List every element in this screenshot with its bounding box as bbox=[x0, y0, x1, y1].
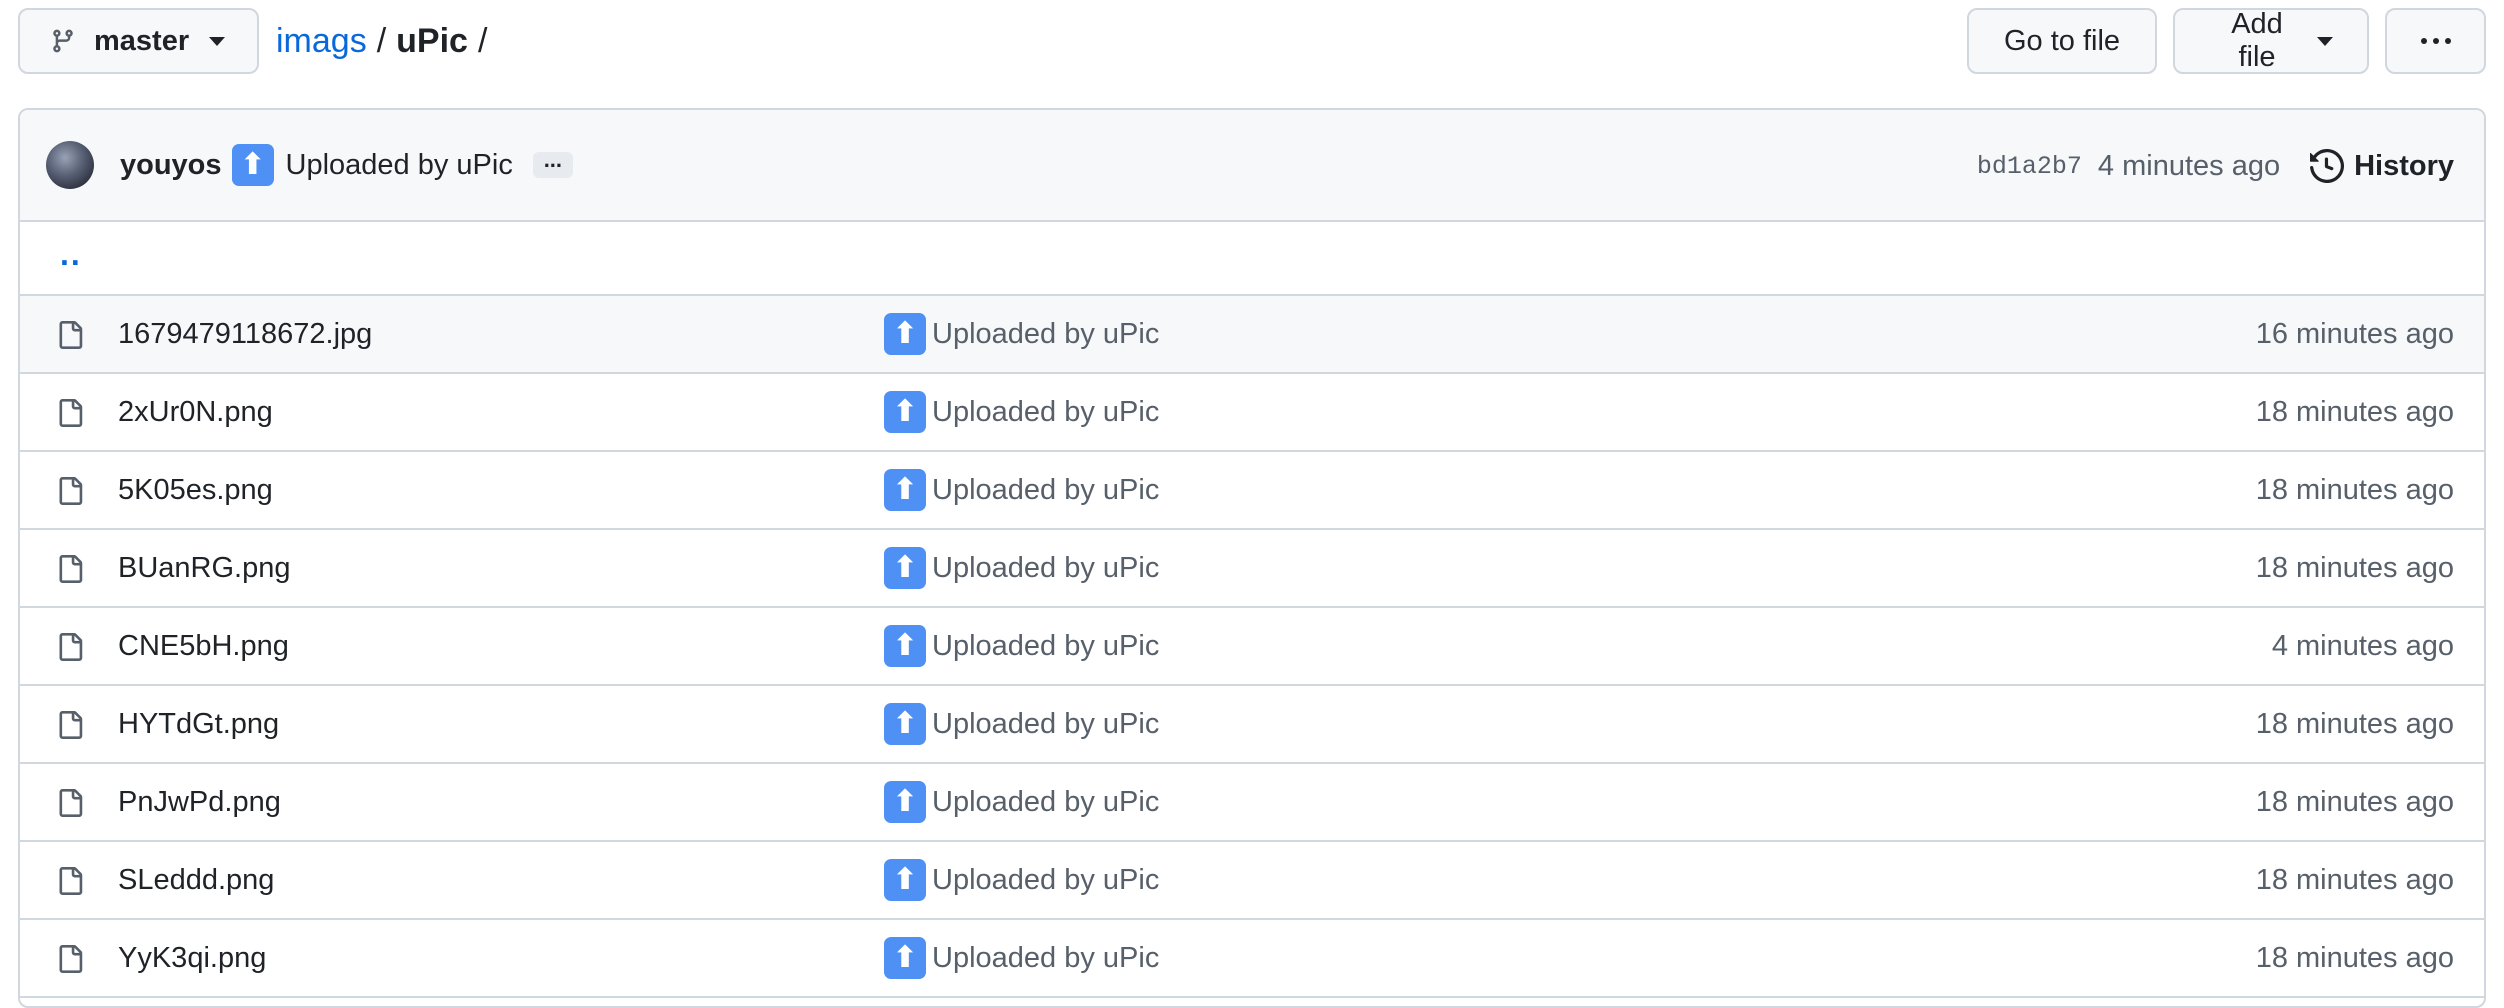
commit-time: 4 minutes ago bbox=[2097, 149, 2281, 182]
file-commit-time: 16 minutes ago bbox=[2255, 317, 2454, 350]
file-commit-time: 18 minutes ago bbox=[2255, 395, 2454, 428]
file-row[interactable]: BUanRG.png ⬆ Uploaded by uPic 18 minutes… bbox=[20, 530, 2484, 608]
history-button[interactable]: History bbox=[2310, 149, 2454, 183]
up-arrow-emoji-icon: ⬆ bbox=[884, 547, 926, 589]
breadcrumb-separator: / bbox=[477, 21, 488, 60]
file-row[interactable]: YyK3qi.png ⬆ Uploaded by uPic 18 minutes… bbox=[20, 920, 2484, 998]
file-icon bbox=[56, 319, 84, 351]
file-browser: youyos ⬆ Uploaded by uPic ... bd1a2b7 4 … bbox=[18, 108, 2486, 1008]
git-branch-icon bbox=[50, 28, 76, 54]
file-commit-message-link[interactable]: Uploaded by uPic bbox=[932, 864, 1159, 897]
branch-selector-button[interactable]: master bbox=[18, 8, 259, 74]
add-file-label: Add file bbox=[2231, 8, 2283, 73]
file-name-link[interactable]: PnJwPd.png bbox=[118, 786, 281, 819]
file-icon bbox=[56, 397, 84, 429]
file-row[interactable]: 1679479118672.jpg ⬆ Uploaded by uPic 16 … bbox=[20, 296, 2484, 374]
file-name-link[interactable]: 2xUr0N.png bbox=[118, 396, 273, 429]
file-commit: ⬆ Uploaded by uPic bbox=[884, 313, 1159, 355]
chevron-down-icon bbox=[2317, 36, 2333, 46]
repo-toolbar: master imags / uPic / Go to file Add fil… bbox=[18, 8, 2486, 74]
file-icon bbox=[56, 865, 84, 897]
file-name-link[interactable]: HYTdGt.png bbox=[118, 708, 279, 741]
file-icon bbox=[56, 475, 84, 507]
ellipsis-label: ... bbox=[543, 147, 563, 172]
file-commit-message-link[interactable]: Uploaded by uPic bbox=[932, 474, 1159, 507]
file-commit-time: 18 minutes ago bbox=[2255, 863, 2454, 896]
breadcrumb: imags / uPic / bbox=[276, 8, 497, 74]
file-row[interactable]: CNE5bH.png ⬆ Uploaded by uPic 4 minutes … bbox=[20, 608, 2484, 686]
commit-author[interactable]: youyos bbox=[120, 149, 222, 182]
file-commit-message-link[interactable]: Uploaded by uPic bbox=[932, 630, 1159, 663]
file-commit-time: 18 minutes ago bbox=[2255, 785, 2454, 818]
up-arrow-emoji-icon: ⬆ bbox=[884, 937, 926, 979]
file-commit-message-link[interactable]: Uploaded by uPic bbox=[932, 396, 1159, 429]
file-row[interactable]: PnJwPd.png ⬆ Uploaded by uPic 18 minutes… bbox=[20, 764, 2484, 842]
commit-sha[interactable]: bd1a2b7 bbox=[1977, 152, 2082, 181]
file-commit-message-link[interactable]: Uploaded by uPic bbox=[932, 786, 1159, 819]
file-row[interactable]: SLeddd.png ⬆ Uploaded by uPic 18 minutes… bbox=[20, 842, 2484, 920]
file-commit-time: 18 minutes ago bbox=[2255, 473, 2454, 506]
parent-directory-link[interactable]: .. bbox=[60, 236, 82, 273]
file-commit-time: 18 minutes ago bbox=[2255, 551, 2454, 584]
file-icon bbox=[56, 787, 84, 819]
up-arrow-emoji-icon: ⬆ bbox=[884, 703, 926, 745]
history-label: History bbox=[2354, 149, 2454, 182]
file-list: 1679479118672.jpg ⬆ Uploaded by uPic 16 … bbox=[20, 296, 2484, 998]
file-commit-message-link[interactable]: Uploaded by uPic bbox=[932, 552, 1159, 585]
add-file-button[interactable]: Add file bbox=[2173, 8, 2369, 74]
breadcrumb-separator: / bbox=[376, 21, 387, 60]
file-name-link[interactable]: BUanRG.png bbox=[118, 552, 291, 585]
go-to-file-button[interactable]: Go to file bbox=[1967, 8, 2157, 74]
file-commit: ⬆ Uploaded by uPic bbox=[884, 937, 1159, 979]
file-commit: ⬆ Uploaded by uPic bbox=[884, 859, 1159, 901]
up-arrow-emoji-icon: ⬆ bbox=[884, 391, 926, 433]
up-arrow-emoji-icon: ⬆ bbox=[884, 859, 926, 901]
file-commit-time: 4 minutes ago bbox=[2271, 629, 2454, 662]
file-name-link[interactable]: CNE5bH.png bbox=[118, 630, 289, 663]
kebab-horizontal-icon bbox=[2420, 38, 2451, 44]
more-options-button[interactable] bbox=[2385, 8, 2486, 74]
expand-commit-message-button[interactable]: ... bbox=[532, 147, 573, 178]
branch-name: master bbox=[94, 24, 190, 57]
file-name-link[interactable]: 1679479118672.jpg bbox=[118, 318, 372, 351]
toolbar-actions: Go to file Add file bbox=[1967, 8, 2486, 74]
commit-meta: bd1a2b7 4 minutes ago History bbox=[1977, 110, 2454, 222]
file-commit-time: 18 minutes ago bbox=[2255, 707, 2454, 740]
file-icon bbox=[56, 553, 84, 585]
chevron-down-icon bbox=[209, 36, 226, 46]
history-icon bbox=[2310, 149, 2345, 183]
breadcrumb-repo-link[interactable]: imags bbox=[276, 22, 367, 61]
file-commit: ⬆ Uploaded by uPic bbox=[884, 781, 1159, 823]
file-row[interactable]: 5K05es.png ⬆ Uploaded by uPic 18 minutes… bbox=[20, 452, 2484, 530]
latest-commit-header: youyos ⬆ Uploaded by uPic ... bd1a2b7 4 … bbox=[20, 110, 2484, 222]
file-icon bbox=[56, 943, 84, 975]
file-name-link[interactable]: SLeddd.png bbox=[118, 864, 274, 897]
up-arrow-emoji-icon: ⬆ bbox=[884, 469, 926, 511]
file-commit: ⬆ Uploaded by uPic bbox=[884, 391, 1159, 433]
breadcrumb-current-folder: uPic bbox=[396, 21, 468, 60]
file-icon bbox=[56, 709, 84, 741]
commit-message[interactable]: Uploaded by uPic bbox=[286, 149, 513, 182]
file-row[interactable]: HYTdGt.png ⬆ Uploaded by uPic 18 minutes… bbox=[20, 686, 2484, 764]
file-commit: ⬆ Uploaded by uPic bbox=[884, 703, 1159, 745]
up-arrow-emoji-icon: ⬆ bbox=[231, 144, 274, 186]
up-arrow-emoji-icon: ⬆ bbox=[884, 313, 926, 355]
file-commit-message-link[interactable]: Uploaded by uPic bbox=[932, 708, 1159, 741]
avatar[interactable] bbox=[46, 141, 94, 189]
file-commit: ⬆ Uploaded by uPic bbox=[884, 469, 1159, 511]
file-commit: ⬆ Uploaded by uPic bbox=[884, 625, 1159, 667]
file-row[interactable]: 2xUr0N.png ⬆ Uploaded by uPic 18 minutes… bbox=[20, 374, 2484, 452]
up-arrow-emoji-icon: ⬆ bbox=[884, 625, 926, 667]
parent-directory-row[interactable]: .. bbox=[20, 222, 2484, 296]
file-name-link[interactable]: 5K05es.png bbox=[118, 474, 273, 507]
up-arrow-emoji-icon: ⬆ bbox=[884, 781, 926, 823]
file-commit: ⬆ Uploaded by uPic bbox=[884, 547, 1159, 589]
file-icon bbox=[56, 631, 84, 663]
file-commit-message-link[interactable]: Uploaded by uPic bbox=[932, 318, 1159, 351]
